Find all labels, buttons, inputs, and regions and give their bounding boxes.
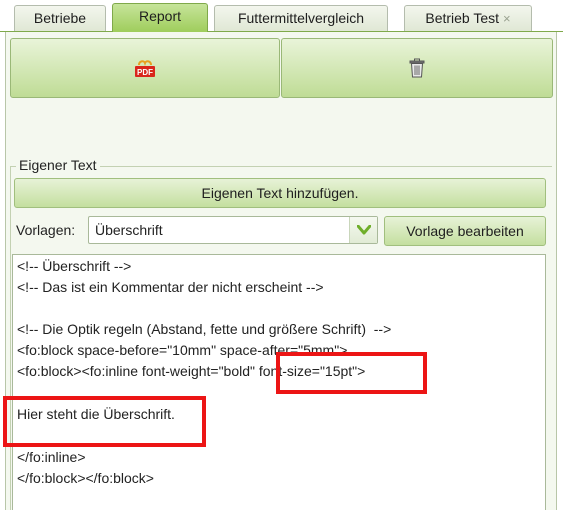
tab-betriebe[interactable]: Betriebe	[14, 5, 106, 32]
close-icon[interactable]: ×	[503, 11, 511, 26]
add-own-text-button[interactable]: Eigenen Text hinzufügen.	[14, 178, 546, 208]
templates-label: Vorlagen:	[16, 222, 76, 238]
fieldset-border-left	[10, 166, 11, 510]
templates-select-value: Überschrift	[95, 222, 163, 238]
tab-futtermittelvergleich[interactable]: Futtermittelvergleich	[214, 5, 388, 32]
export-pdf-button[interactable]: PDF	[10, 38, 280, 98]
pdf-icon-text: PDF	[137, 68, 153, 77]
tab-report-label: Report	[138, 8, 182, 24]
templates-select[interactable]: Überschrift	[88, 216, 378, 244]
tab-betrieb-test[interactable]: Betrieb Test ×	[404, 5, 532, 32]
dropdown-arrow[interactable]	[349, 217, 377, 243]
highlight-heading-text-box	[3, 396, 206, 447]
edit-template-button[interactable]: Vorlage bearbeiten	[384, 216, 546, 246]
chevron-down-icon	[357, 225, 371, 235]
tab-futtermittelvergleich-label: Futtermittelvergleich	[237, 10, 365, 26]
tab-betrieb-test-label: Betrieb Test	[425, 10, 500, 26]
pdf-icon: PDF	[135, 60, 155, 77]
editor-line: </fo:block></fo:block>	[17, 470, 154, 486]
editor-line: </fo:inline>	[17, 449, 86, 465]
editor-line: <!-- Das ist ein Kommentar der nicht ers…	[17, 279, 324, 295]
tab-betriebe-label: Betriebe	[33, 10, 87, 26]
editor-line: <!-- Die Optik regeln (Abstand, fette un…	[17, 321, 392, 337]
delete-button[interactable]	[281, 38, 553, 98]
fieldset-legend: Eigener Text	[16, 157, 100, 173]
highlight-font-size-box	[276, 352, 427, 394]
editor-line: <!-- Überschrift -->	[17, 258, 132, 274]
tab-bar: Betriebe Report Futtermittelvergleich Be…	[0, 0, 563, 32]
trash-icon	[409, 58, 425, 78]
tab-report[interactable]: Report	[112, 3, 208, 32]
